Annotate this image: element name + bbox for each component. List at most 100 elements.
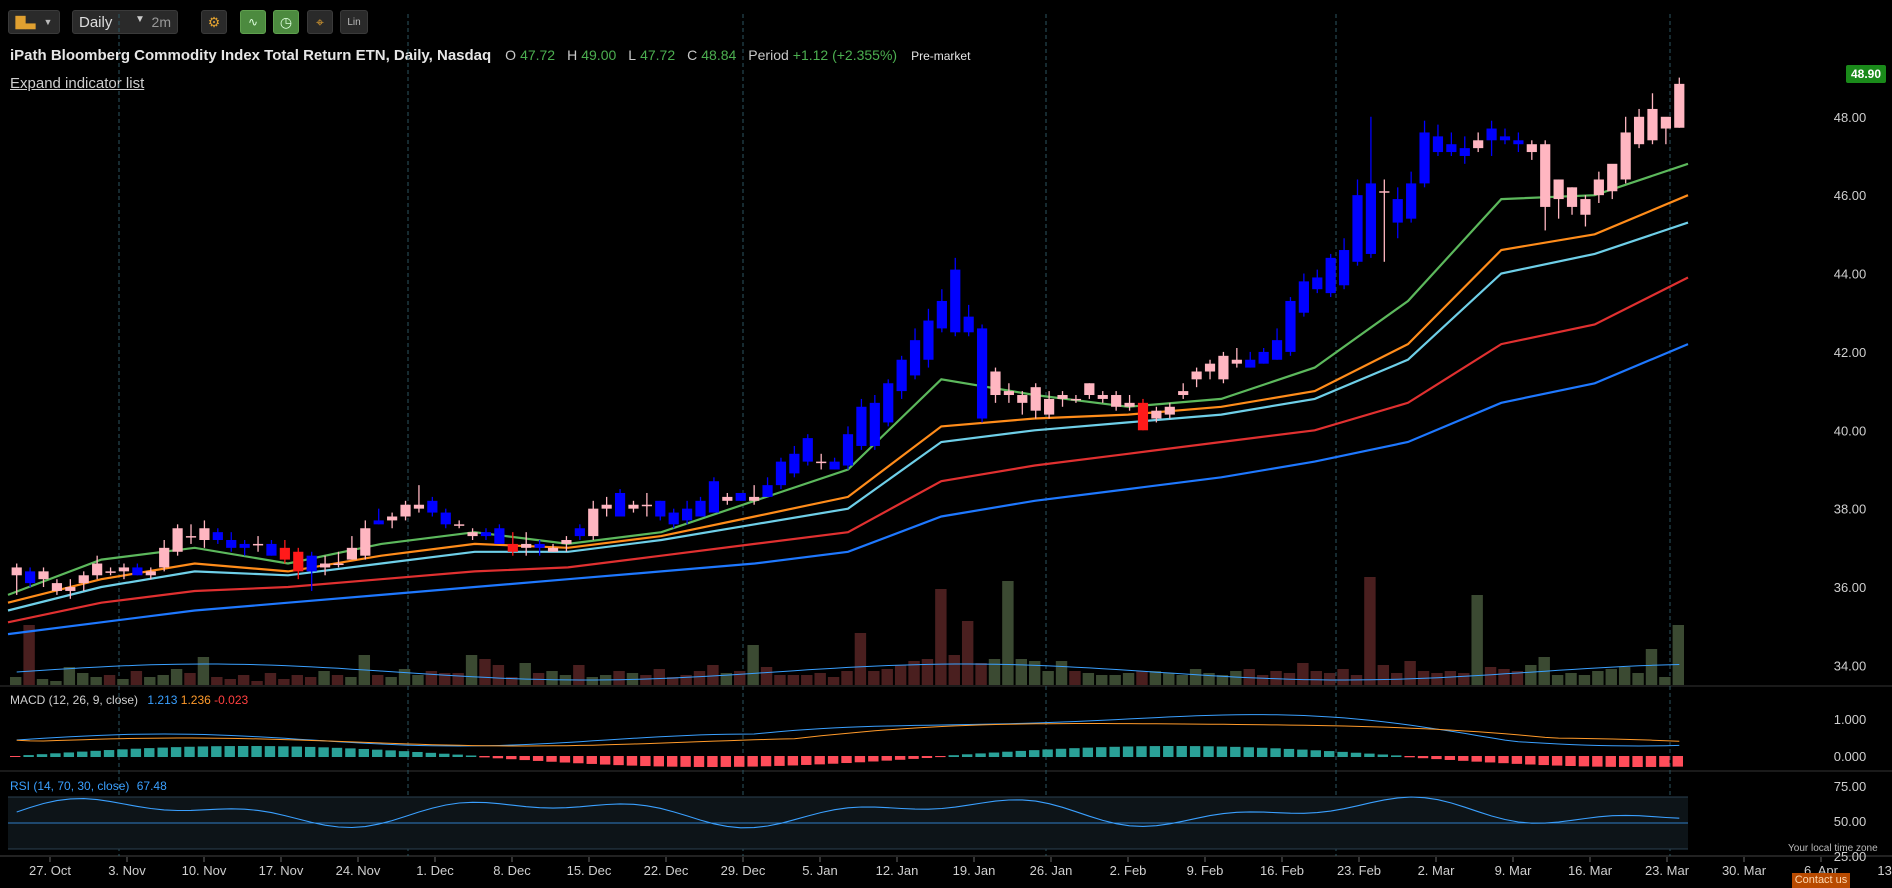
macd-value-1: 1.213 — [147, 693, 178, 707]
ema-line — [7, 343, 1689, 636]
macd-histogram-bar — [506, 756, 517, 760]
volume-bar — [345, 677, 357, 685]
volume-bar — [693, 671, 706, 685]
volume-bar — [1471, 595, 1483, 685]
volume-bar — [827, 677, 840, 685]
date-tick-label: 9. Mar — [1495, 863, 1533, 878]
macd-histogram-bar — [1270, 748, 1281, 757]
volume-bar — [1109, 675, 1121, 685]
macd-line — [16, 714, 1680, 747]
candle-body — [172, 528, 183, 552]
date-tick-label: 3. Nov — [108, 863, 146, 878]
candle-body — [976, 328, 988, 419]
volume-bar — [184, 673, 196, 685]
macd-histogram-bar — [1203, 746, 1214, 757]
candle-body — [1151, 410, 1162, 419]
candle-body — [1392, 199, 1403, 223]
macd-histogram-bar — [36, 754, 48, 757]
candle-body — [1164, 406, 1175, 415]
volume-bar — [170, 669, 183, 685]
volume-bar — [157, 675, 169, 685]
candle-body — [735, 492, 746, 501]
candle-body — [1070, 398, 1082, 401]
volume-bar — [747, 645, 759, 685]
date-tick-label: 27. Oct — [29, 863, 71, 878]
candle-body — [1245, 359, 1256, 368]
macd-histogram-bar — [720, 756, 732, 767]
volume-bar — [1069, 671, 1081, 685]
price-chart[interactable]: 27. Oct 3. Nov 10. Nov 17. Nov 24. Nov 1. Dec… — [0, 0, 1892, 888]
date-tick-label: 5. Jan — [802, 863, 837, 878]
date-tick-label: 2. Mar — [1418, 863, 1456, 878]
candle-body — [480, 532, 492, 537]
volume-bar — [331, 675, 344, 685]
macd-histogram-bar — [50, 753, 61, 757]
macd-histogram-bar — [224, 746, 235, 757]
volume-bar — [1618, 667, 1631, 685]
volume-bar — [948, 655, 960, 685]
macd-histogram-bar — [1578, 756, 1590, 767]
volume-bar — [1565, 673, 1577, 685]
macd-histogram-bar — [1592, 756, 1603, 767]
volume-bar — [1323, 673, 1336, 685]
candle-body — [1660, 116, 1671, 129]
volume-bar — [1203, 673, 1215, 685]
candle-body — [1124, 402, 1135, 407]
volume-bar — [103, 675, 116, 685]
candle-body — [1513, 140, 1524, 145]
candle-body — [145, 571, 156, 576]
candle-body — [1473, 140, 1484, 149]
macd-histogram-bar — [1431, 756, 1442, 760]
macd-histogram-bar — [1525, 756, 1536, 765]
volume-bar — [894, 665, 907, 685]
volume-bar — [640, 675, 652, 685]
candle-body — [1258, 351, 1269, 364]
candle-body — [78, 575, 89, 584]
candle-body — [1218, 355, 1229, 380]
macd-histogram-bar — [1498, 756, 1509, 764]
candle-body — [695, 500, 706, 517]
rsi-label: RSI (14, 70, 30, close) — [10, 779, 130, 793]
candle-body — [1057, 395, 1068, 399]
macd-histogram-bar — [1323, 751, 1335, 757]
macd-value-2: 1.236 — [180, 693, 211, 707]
candle-body — [400, 504, 411, 517]
macd-histogram-bar — [1659, 756, 1670, 767]
candle-body — [373, 520, 384, 525]
candle-body — [856, 406, 867, 446]
candle-body — [413, 504, 425, 509]
candle-body — [802, 438, 813, 462]
macd-histogram-bar — [1417, 756, 1429, 759]
volume-bar — [372, 675, 384, 685]
candle-body — [1607, 163, 1618, 192]
candle-body — [11, 567, 22, 576]
date-tick-label: 17. Nov — [259, 863, 304, 878]
volume-bar — [1015, 659, 1028, 685]
candle-body — [601, 504, 612, 509]
volume-bar — [251, 681, 263, 685]
contact-us-button[interactable]: Contact us — [1792, 873, 1850, 888]
volume-bar — [50, 681, 62, 685]
macd-histogram-bar — [1511, 756, 1523, 764]
date-tick-label: 13. Apr — [1877, 863, 1892, 878]
volume-bar — [1659, 677, 1671, 685]
volume-bar — [1176, 675, 1188, 685]
candle-body — [279, 547, 290, 560]
candle-body — [668, 512, 679, 525]
candle-body — [105, 571, 116, 573]
volume-bar — [1149, 671, 1162, 685]
candle-body — [346, 547, 357, 560]
price-tick-label: 48.00 — [1834, 110, 1867, 125]
candle-body — [909, 340, 921, 376]
macd-histogram-bar — [1283, 748, 1295, 757]
candle-body — [1178, 391, 1189, 396]
macd-histogram-bar — [398, 751, 410, 757]
candle-body — [655, 500, 666, 517]
macd-tick-label: 0.000 — [1834, 749, 1867, 764]
candle-body — [588, 508, 599, 537]
candle-body — [1339, 250, 1350, 286]
macd-histogram-bar — [586, 756, 597, 764]
volume-bar — [841, 671, 853, 685]
candle-body — [869, 402, 880, 446]
rsi-legend: RSI (14, 70, 30, close) 67.48 — [10, 779, 167, 793]
